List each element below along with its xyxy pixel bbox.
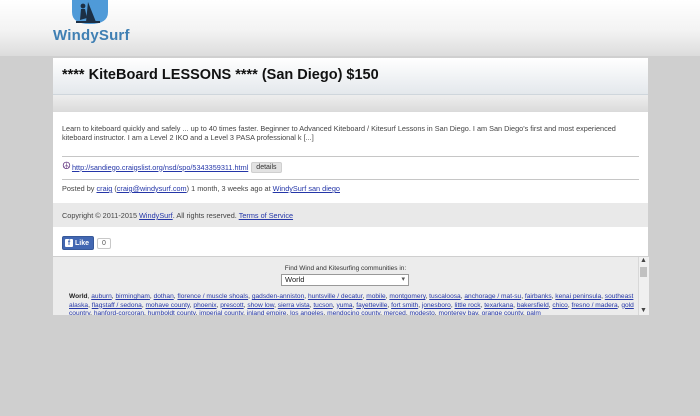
site-header: WindySurf	[0, 0, 700, 56]
facebook-like-button[interactable]: f Like	[62, 236, 95, 250]
scroll-up-arrow-icon[interactable]: ▲	[640, 257, 647, 264]
community-link[interactable]: show low	[247, 302, 274, 309]
community-finder: Find Wind and Kitesurfing communities in…	[53, 257, 648, 315]
community-link[interactable]: inland empire	[247, 310, 287, 315]
community-scrollbar[interactable]: ▲ ▼	[638, 257, 649, 315]
community-link[interactable]: mendocino county	[327, 310, 380, 315]
divider	[62, 179, 639, 180]
posted-by-label: Posted by	[62, 184, 95, 193]
community-link[interactable]: merced	[384, 310, 406, 315]
terms-of-service-link[interactable]: Terms of Service	[239, 211, 293, 220]
community-link[interactable]: hanford-corcoran	[94, 310, 144, 315]
community-link[interactable]: texarkana	[484, 302, 513, 309]
copyright-suffix: . All rights reserved.	[172, 211, 237, 220]
community-link[interactable]: tuscaloosa	[429, 293, 461, 300]
copyright-prefix: Copyright © 2011-2015	[62, 211, 138, 220]
posted-by-line: Posted by craig (craig@windysurf.com) 1 …	[62, 184, 340, 193]
region-select-value: World	[285, 275, 305, 284]
like-label: Like	[75, 239, 90, 247]
listing-description: Learn to kiteboard quickly and safely ..…	[62, 124, 616, 142]
posted-location-link[interactable]: WindySurf san diego	[273, 184, 340, 193]
region-select[interactable]: World ▾	[281, 274, 409, 286]
title-bar: **** KiteBoard LESSONS **** (San Diego) …	[53, 58, 648, 95]
community-link[interactable]: mobile	[366, 293, 385, 300]
community-link[interactable]: sierra vista	[278, 302, 310, 309]
community-link[interactable]: yuma	[336, 302, 352, 309]
community-link[interactable]: phoenix	[193, 302, 216, 309]
community-link[interactable]: jonesboro	[422, 302, 451, 309]
community-link[interactable]: auburn	[91, 293, 112, 300]
poster-email-link[interactable]: craig@windysurf.com	[117, 184, 187, 193]
community-link[interactable]: fresno / madera	[571, 302, 617, 309]
listing-panel: **** KiteBoard LESSONS **** (San Diego) …	[53, 58, 648, 256]
community-link[interactable]: dothan	[154, 293, 174, 300]
community-link[interactable]: mohave county	[146, 302, 190, 309]
community-link[interactable]: tucson	[313, 302, 332, 309]
community-link[interactable]: imperial county	[199, 310, 243, 315]
community-link[interactable]: chico	[552, 302, 567, 309]
community-link[interactable]: flagstaff / sedona	[92, 302, 142, 309]
source-link-row: ☮ http://sandiego.craigslist.org/nsd/spo…	[62, 160, 282, 174]
community-list: World, auburn, birmingham, dothan, flore…	[69, 293, 634, 315]
community-link[interactable]: fort smith	[391, 302, 418, 309]
community-link[interactable]: gadsden-anniston	[252, 293, 304, 300]
community-link[interactable]: kenai peninsula	[555, 293, 601, 300]
community-link[interactable]: bakersfield	[517, 302, 549, 309]
copyright-text: Copyright © 2011-2015 WindySurf. All rig…	[62, 211, 293, 220]
community-link[interactable]: orange county	[482, 310, 523, 315]
community-link[interactable]: birmingham	[115, 293, 149, 300]
listing-title: **** KiteBoard LESSONS **** (San Diego) …	[62, 67, 379, 83]
community-link[interactable]: fairbanks	[525, 293, 552, 300]
facebook-like-widget: f Like 0	[62, 236, 111, 250]
community-list-heading: World	[69, 293, 88, 300]
community-link[interactable]: monterey bay	[438, 310, 477, 315]
scrollbar-thumb[interactable]	[640, 267, 647, 277]
source-link[interactable]: http://sandiego.craigslist.org/nsd/spo/5…	[72, 163, 248, 172]
divider	[62, 156, 639, 157]
community-links: auburn, birmingham, dothan, florence / m…	[69, 293, 634, 315]
community-link[interactable]: humboldt county	[148, 310, 196, 315]
community-link[interactable]: modesto	[409, 310, 434, 315]
site-logo-text[interactable]: WindySurf	[53, 27, 130, 44]
peace-sign-icon: ☮	[62, 161, 71, 172]
community-link[interactable]: florence / muscle shoals	[177, 293, 248, 300]
community-link[interactable]: montgomery	[389, 293, 425, 300]
community-link[interactable]: huntsville / decatur	[308, 293, 363, 300]
sub-header-bar	[53, 95, 648, 112]
facebook-icon: f	[65, 239, 73, 247]
community-link[interactable]: los angeles	[290, 310, 323, 315]
community-link[interactable]: prescott	[220, 302, 243, 309]
chevron-down-icon: ▾	[401, 276, 405, 283]
poster-name-link[interactable]: craig	[96, 184, 112, 193]
footer-bar: Copyright © 2011-2015 WindySurf. All rig…	[53, 203, 648, 227]
community-link[interactable]: anchorage / mat-su	[464, 293, 521, 300]
scroll-down-arrow-icon[interactable]: ▼	[640, 307, 647, 314]
like-count: 0	[97, 237, 111, 249]
posted-time: 1 month, 3 weeks ago at	[191, 184, 271, 193]
copyright-site-link[interactable]: WindySurf	[139, 211, 173, 220]
community-link[interactable]: little rock	[455, 302, 481, 309]
community-finder-label: Find Wind and Kitesurfing communities in…	[284, 265, 407, 272]
community-link[interactable]: fayetteville	[356, 302, 387, 309]
details-button[interactable]: details	[251, 161, 282, 173]
community-link[interactable]: palm	[527, 310, 541, 315]
